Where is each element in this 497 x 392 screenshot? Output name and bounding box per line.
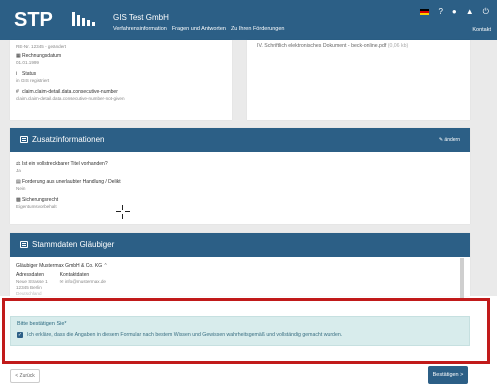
- sicherungsrecht-label: Sicherungsrecht: [22, 197, 59, 203]
- confirmation-checkbox[interactable]: ✓: [17, 332, 23, 338]
- creditor-toggle[interactable]: Gläubiger Mustermax GmbH & Co. KG ⌃: [16, 263, 108, 269]
- invoice-date-label: Rechnungsdatum: [22, 53, 62, 59]
- creditor-block: Gläubiger Mustermax GmbH & Co. KG ⌃ Adre…: [16, 263, 108, 296]
- title-exists-value: Ja: [16, 168, 21, 173]
- zusatzinformationen-card: Zusatzinformationen ✎ ändern ⚖ Ist ein vo…: [10, 128, 470, 224]
- help-icon[interactable]: ?: [438, 8, 442, 16]
- chevron-up-icon: ⌃: [103, 263, 108, 269]
- bank-icon[interactable]: ▲: [466, 8, 474, 16]
- top-icons: ? ● ▲ ⏻: [420, 8, 489, 16]
- sicherungsrecht-field: ▩Sicherungsrecht Eigentumsvorbehalt: [16, 197, 121, 209]
- nav-verfahrensinformation[interactable]: Verfahrensinformation: [113, 26, 167, 32]
- address-line-2: 12345 Berlin: [16, 285, 42, 290]
- document-size: (0,06 kb): [387, 43, 409, 49]
- status-value: in GIS registriert: [16, 78, 50, 83]
- back-button[interactable]: < Zurück: [10, 369, 40, 383]
- content-area: RE-Nr. 12345 - geändert ▦Rechnungsdatum …: [0, 40, 497, 296]
- stammdaten-title: Stammdaten Gläubiger: [32, 240, 115, 249]
- crosshair-cursor-icon: [116, 205, 130, 219]
- confirmation-title: Bitte bestätigen Sie*: [17, 321, 67, 327]
- address-line-1: Neue Strasse 1: [16, 279, 48, 284]
- invoice-date-value: 01.01.1999: [16, 60, 39, 65]
- consecutive-number-value: claim.claim-detail.data.consecutive-numb…: [16, 96, 125, 101]
- address-line-3: Deutschland: [16, 291, 42, 296]
- confirmation-text[interactable]: Ich erkläre, dass die Angaben in diesem …: [27, 332, 342, 338]
- consecutive-number-field: # claim.claim-detail.data.consecutive-num…: [16, 89, 226, 101]
- delikt-value: Nein: [16, 186, 26, 191]
- app-title: GIS Test GmbH: [113, 13, 169, 22]
- title-exists-field: ⚖ Ist ein vollstreckbarer Titel vorhanden…: [16, 161, 121, 173]
- zusatzinformationen-title: Zusatzinformationen: [32, 135, 105, 144]
- logo[interactable]: STP: [14, 9, 53, 32]
- creditor-name: Gläubiger Mustermax GmbH & Co. KG: [16, 263, 103, 269]
- contact-block: Kontaktdaten ✉ info@mustermax.de: [60, 272, 106, 296]
- list-icon: [20, 136, 28, 143]
- main-nav: Verfahrensinformation Fragen und Antwort…: [113, 26, 284, 32]
- flag-de-icon[interactable]: [420, 9, 430, 15]
- user-icon[interactable]: ●: [452, 8, 457, 16]
- confirm-button[interactable]: Bestätigen >: [428, 366, 468, 384]
- id-card-icon: [20, 241, 28, 248]
- edit-label: ändern: [444, 137, 460, 143]
- logo-bars-icon: [72, 12, 98, 26]
- document-row: IV. Schriftlich elektronisches Dokument …: [257, 43, 460, 49]
- delikt-label: Forderung aus unerlaubter Handlung / Del…: [22, 179, 121, 185]
- edit-button[interactable]: ✎ ändern: [439, 137, 460, 143]
- invoice-date-field: ▦Rechnungsdatum 01.01.1999: [16, 53, 226, 65]
- sicherungsrecht-value: Eigentumsvorbehalt: [16, 204, 57, 209]
- nav-fragen-und-antworten[interactable]: Fragen und Antworten: [172, 26, 226, 32]
- kontakt-link[interactable]: Kontakt: [472, 27, 491, 33]
- claim-number-field: RE-Nr. 12345 - geändert: [16, 44, 226, 49]
- email-value: info@mustermax.de: [64, 279, 106, 284]
- zusatz-fields: ⚖ Ist ein vollstreckbarer Titel vorhanden…: [16, 161, 121, 215]
- status-field: i Status in GIS registriert: [16, 71, 226, 83]
- claim-detail-card: RE-Nr. 12345 - geändert ▦Rechnungsdatum …: [10, 40, 232, 120]
- pencil-icon: ✎: [438, 137, 444, 143]
- scrollbar[interactable]: [460, 258, 464, 298]
- zusatzinformationen-header: Zusatzinformationen ✎ ändern: [10, 128, 470, 152]
- document-link[interactable]: IV. Schriftlich elektronisches Dokument …: [257, 43, 386, 49]
- address-label: Adressdaten: [16, 272, 45, 278]
- title-exists-label: Ist ein vollstreckbarer Titel vorhanden?: [22, 161, 108, 167]
- delikt-field: ▤Forderung aus unerlaubter Handlung / De…: [16, 179, 121, 191]
- address-block: Adressdaten Neue Strasse 1 12345 Berlin …: [16, 272, 48, 296]
- email-icon: ✉: [59, 279, 64, 284]
- contact-label: Kontaktdaten: [59, 272, 90, 278]
- document-card: IV. Schriftlich elektronisches Dokument …: [247, 40, 470, 120]
- claim-number-value: RE-Nr. 12345 - geändert: [16, 44, 67, 49]
- top-navigation-bar: STP GIS Test GmbH Verfahrensinformation …: [0, 0, 497, 40]
- creditor-details: Adressdaten Neue Strasse 1 12345 Berlin …: [16, 272, 108, 296]
- confirmation-row: ✓ Ich erkläre, dass die Angaben in diese…: [17, 332, 342, 338]
- stammdaten-header: Stammdaten Gläubiger: [10, 233, 470, 257]
- power-icon[interactable]: ⏻: [483, 8, 489, 16]
- nav-foerderungen[interactable]: Zu Ihren Förderungen: [231, 26, 285, 32]
- consecutive-number-label: claim.claim-detail.data.consecutive-numb…: [22, 89, 118, 95]
- confirmation-box: Bitte bestätigen Sie* ✓ Ich erkläre, das…: [10, 316, 470, 346]
- stammdaten-card: Stammdaten Gläubiger Gläubiger Mustermax…: [10, 233, 470, 296]
- status-label: Status: [22, 71, 37, 77]
